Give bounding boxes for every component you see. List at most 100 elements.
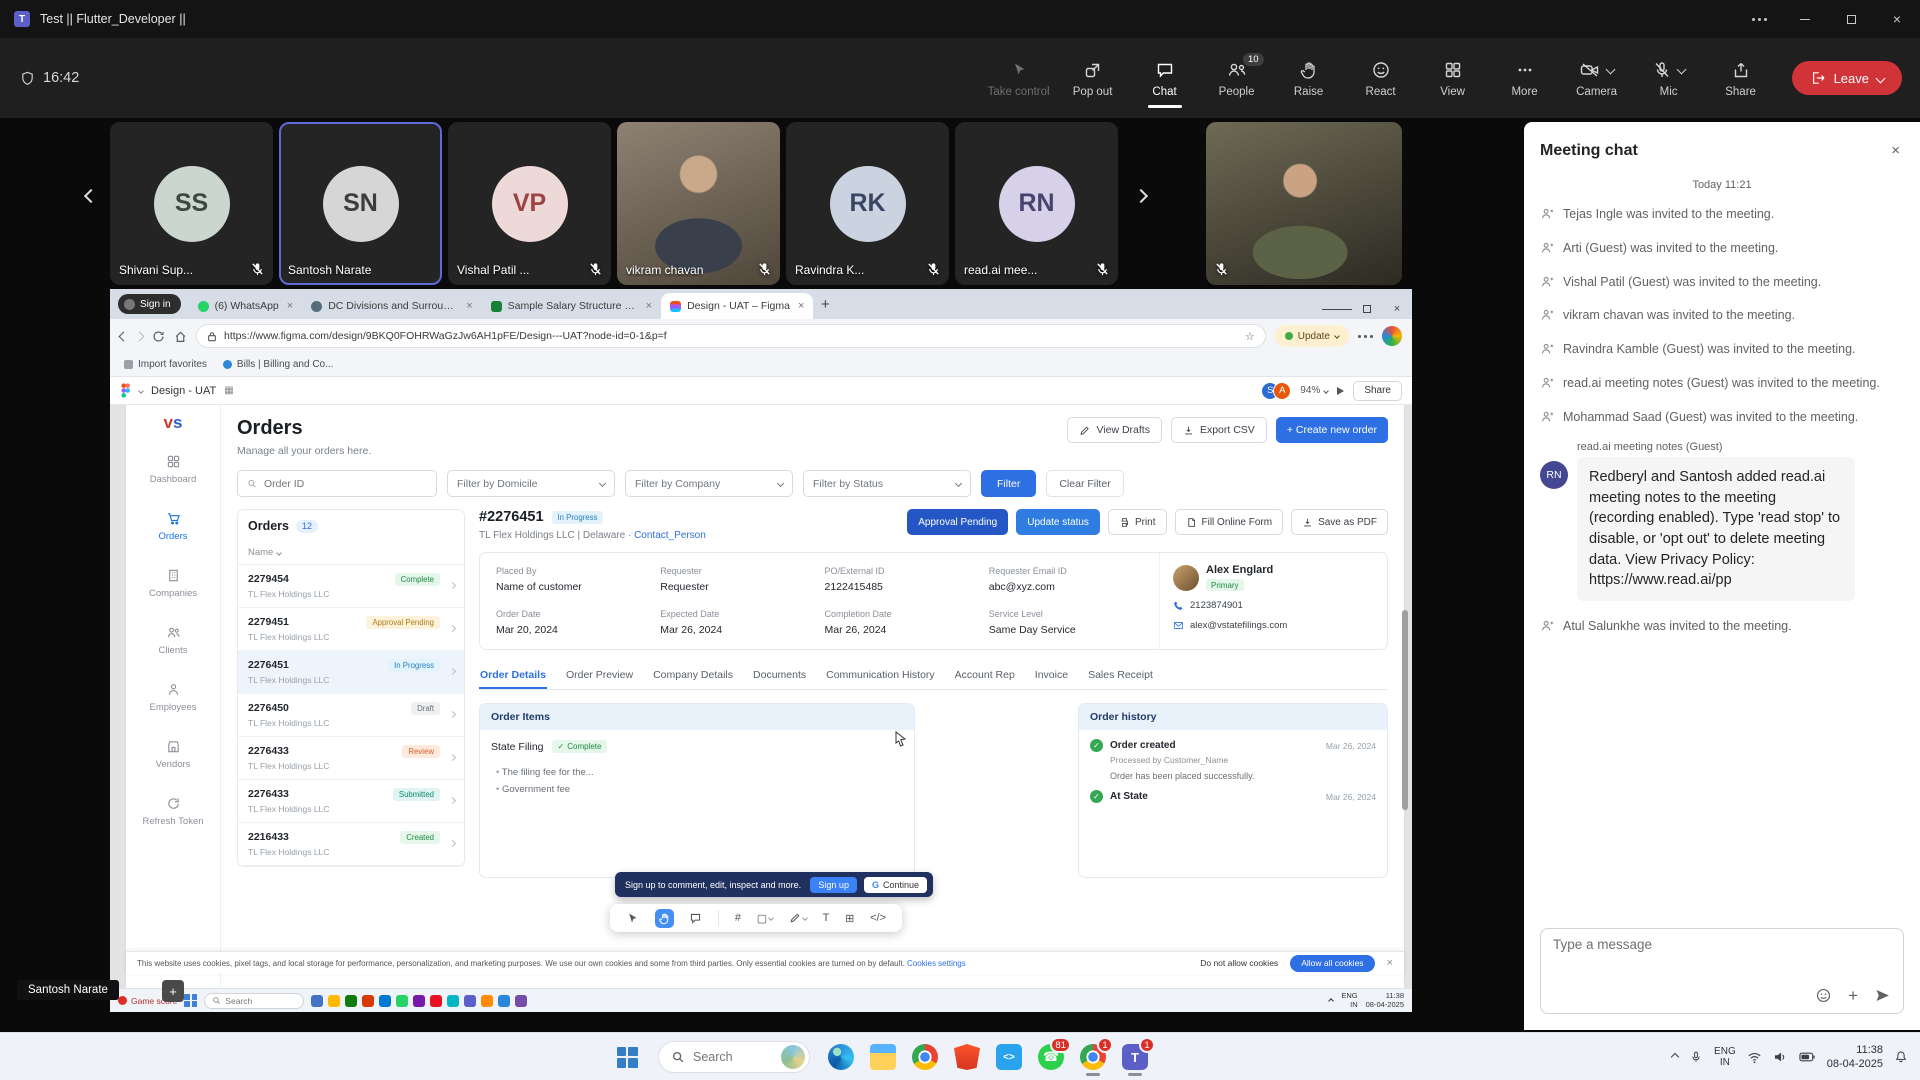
taskbar-app[interactable]: [362, 995, 374, 1007]
taskbar-app[interactable]: [345, 995, 357, 1007]
participant-tile[interactable]: RN read.ai mee...: [955, 122, 1118, 285]
sidebar-item-employees[interactable]: Employees: [126, 669, 220, 726]
favorite-item[interactable]: Import favorites: [124, 359, 207, 370]
chat-input-box[interactable]: +: [1540, 928, 1904, 1014]
order-id-search-field[interactable]: [237, 470, 437, 497]
wifi-icon[interactable]: [1747, 1051, 1762, 1064]
hand-tool-icon[interactable]: [655, 909, 674, 928]
home-icon[interactable]: [174, 330, 187, 343]
tab-close-icon[interactable]: ×: [287, 300, 293, 312]
leave-chevron-icon[interactable]: [1876, 73, 1886, 83]
emoji-icon[interactable]: [1815, 987, 1832, 1004]
taskbar-app[interactable]: [413, 995, 425, 1007]
dev-mode-icon[interactable]: </>: [870, 912, 886, 924]
taskbar-app[interactable]: [447, 995, 459, 1007]
taskbar-app[interactable]: T 1: [1114, 1036, 1156, 1078]
approval-pending-button[interactable]: Approval Pending: [907, 509, 1008, 535]
language-indicator[interactable]: ENGIN: [1714, 1046, 1736, 1069]
figma-menu-icon[interactable]: [120, 383, 131, 398]
order-row[interactable]: 2279454 TL Flex Holdings LLC Complete: [238, 565, 464, 608]
order-detail-tab[interactable]: Order Preview: [565, 663, 634, 689]
participant-tile[interactable]: vikram chavan: [617, 122, 780, 285]
browser-close-button[interactable]: ×: [1382, 303, 1412, 315]
export-csv-button[interactable]: Export CSV: [1171, 417, 1267, 443]
people-button[interactable]: People 10: [1204, 53, 1270, 104]
chat-button[interactable]: Chat: [1132, 53, 1198, 104]
participant-tile[interactable]: RK Ravindra K...: [786, 122, 949, 285]
camera-button[interactable]: Camera: [1564, 53, 1630, 104]
cookie-close-icon[interactable]: ×: [1387, 957, 1393, 969]
react-button[interactable]: React: [1348, 53, 1414, 104]
start-button[interactable]: [184, 994, 197, 1007]
cookies-settings-link[interactable]: Cookies settings: [907, 959, 966, 968]
clear-filter-button[interactable]: Clear Filter: [1046, 470, 1123, 497]
pen-tool-icon[interactable]: [789, 912, 807, 924]
camera-chevron-icon[interactable]: [1606, 65, 1616, 75]
view-button[interactable]: View: [1420, 53, 1486, 104]
fill-online-form-button[interactable]: Fill Online Form: [1175, 509, 1284, 535]
order-row[interactable]: 2276451 TL Flex Holdings LLC In Progress: [238, 651, 464, 694]
collaborator-avatar[interactable]: A: [1273, 382, 1291, 400]
mic-button[interactable]: Mic: [1636, 53, 1702, 104]
mic-chevron-icon[interactable]: [1677, 65, 1687, 75]
tray-chevron-icon[interactable]: [1671, 1053, 1679, 1061]
google-continue-button[interactable]: GContinue: [864, 877, 927, 893]
notification-bell-icon[interactable]: [1894, 1050, 1908, 1064]
taskbar-app[interactable]: 1: [1072, 1036, 1114, 1078]
filter-domicile-select[interactable]: Filter by Domicile: [447, 470, 615, 497]
browser-menu-icon[interactable]: [1358, 335, 1373, 338]
browser-tab[interactable]: Sample Salary Structure with calc ×: [482, 293, 661, 319]
order-detail-tab[interactable]: Documents: [752, 663, 807, 689]
participant-tile[interactable]: SS Shivani Sup...: [110, 122, 273, 285]
browser-minimize-button[interactable]: [1322, 309, 1352, 310]
taskbar-app[interactable]: [481, 995, 493, 1007]
update-status-button[interactable]: Update status: [1016, 509, 1100, 535]
pin-share-button[interactable]: +: [162, 980, 184, 1002]
bookmark-star-icon[interactable]: ☆: [1245, 330, 1255, 343]
browser-maximize-button[interactable]: [1352, 305, 1382, 313]
order-row[interactable]: 2276433 TL Flex Holdings LLC Review: [238, 737, 464, 780]
sidebar-item-clients[interactable]: Clients: [126, 612, 220, 669]
taskbar-app[interactable]: [515, 995, 527, 1007]
titlebar-more-icon[interactable]: [1736, 0, 1782, 38]
search-highlight-image[interactable]: [781, 1045, 805, 1069]
taskbar-search[interactable]: Search: [204, 993, 304, 1009]
strip-previous-button[interactable]: [78, 180, 104, 214]
text-tool-icon[interactable]: T: [823, 912, 830, 924]
order-row[interactable]: 2216433 TL Flex Holdings LLC Created: [238, 823, 464, 866]
sidebar-item-vendors[interactable]: Vendors: [126, 726, 220, 783]
order-row[interactable]: 2279451 TL Flex Holdings LLC Approval Pe…: [238, 608, 464, 651]
volume-icon[interactable]: [1773, 1050, 1788, 1064]
taskbar-app[interactable]: [820, 1036, 862, 1078]
minimize-button[interactable]: [1782, 0, 1828, 38]
comment-tool-icon[interactable]: [689, 912, 702, 925]
taskbar-app[interactable]: [464, 995, 476, 1007]
order-id-input[interactable]: [264, 478, 427, 490]
layout-grid-icon[interactable]: ▦: [224, 385, 233, 396]
figma-canvas[interactable]: vs Dashboard Orders Companies: [110, 405, 1412, 988]
refresh-icon[interactable]: [152, 330, 165, 343]
clock[interactable]: 11:3808-04-2025: [1827, 1043, 1883, 1072]
chat-close-icon[interactable]: ×: [1887, 140, 1904, 161]
taskbar-search[interactable]: [658, 1041, 810, 1073]
taskbar-app[interactable]: ☎ 81: [1030, 1036, 1072, 1078]
attach-plus-icon[interactable]: +: [1848, 987, 1858, 1004]
send-icon[interactable]: [1874, 987, 1891, 1004]
taskbar-app[interactable]: [379, 995, 391, 1007]
browser-profile-avatar[interactable]: [1382, 326, 1402, 346]
taskbar-app[interactable]: [862, 1036, 904, 1078]
browser-signin-button[interactable]: Sign in: [118, 294, 181, 314]
taskbar-app[interactable]: <>: [988, 1036, 1030, 1078]
order-detail-tab[interactable]: Company Details: [652, 663, 734, 689]
spotlight-participant-tile[interactable]: [1206, 122, 1402, 285]
clock[interactable]: 11:3808-04-2025: [1366, 992, 1404, 1009]
taskbar-app[interactable]: [498, 995, 510, 1007]
participant-tile[interactable]: SN Santosh Narate: [279, 122, 442, 285]
filter-company-select[interactable]: Filter by Company: [625, 470, 793, 497]
start-button[interactable]: [606, 1036, 648, 1078]
orders-column-header[interactable]: Name: [238, 542, 464, 565]
maximize-button[interactable]: [1828, 0, 1874, 38]
sidebar-item-orders[interactable]: Orders: [126, 498, 220, 555]
taskbar-app[interactable]: [904, 1036, 946, 1078]
save-as-pdf-button[interactable]: Save as PDF: [1291, 509, 1388, 535]
